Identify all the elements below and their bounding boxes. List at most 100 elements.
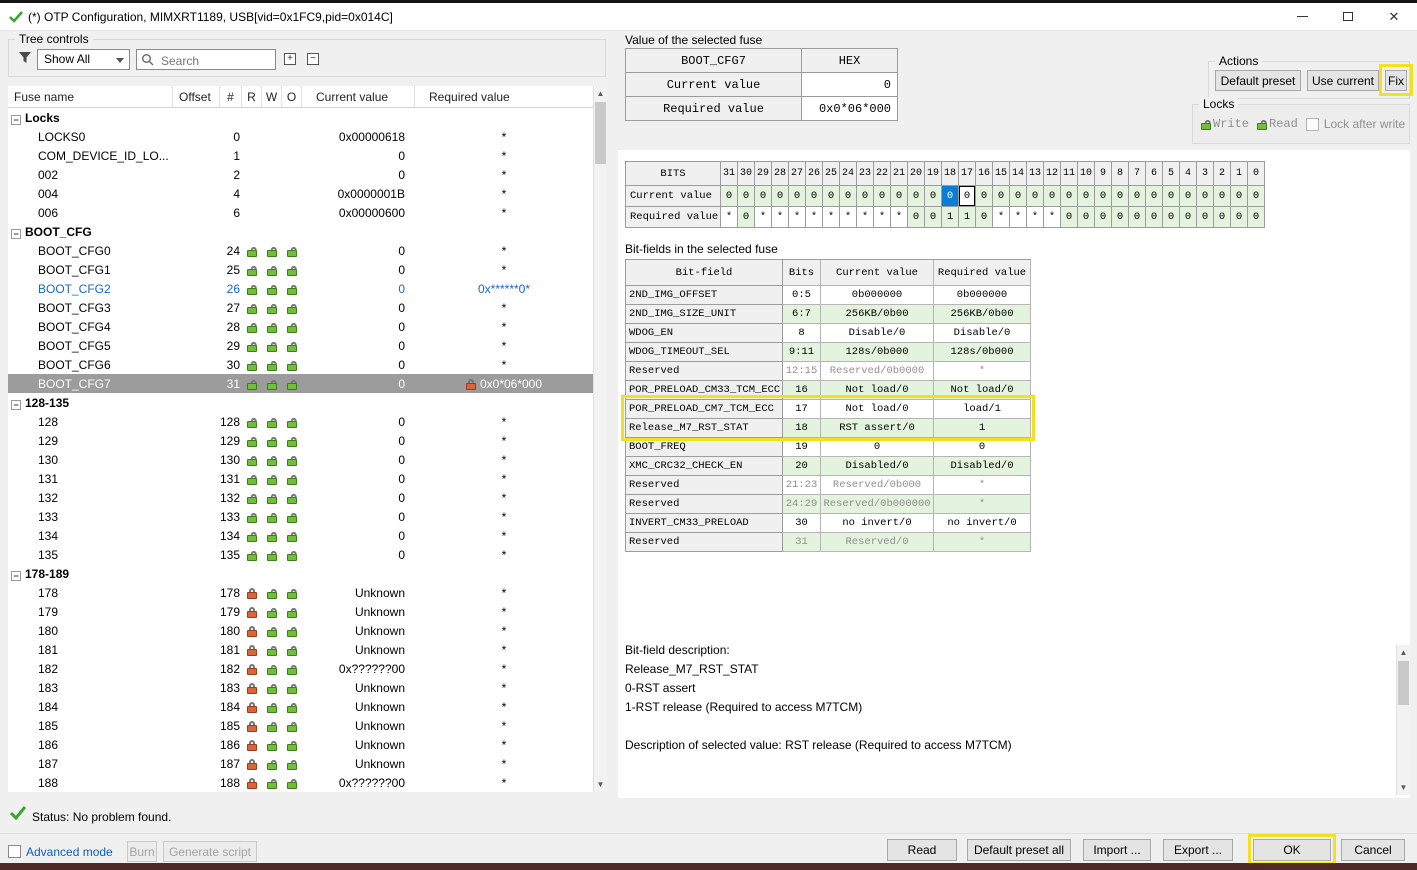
unlocked-padlock-icon[interactable] (287, 265, 297, 276)
current-bit-cell[interactable]: 0 (1044, 186, 1061, 207)
tree-row[interactable]: 185185Unknown* (8, 716, 593, 735)
bitfield-required-value[interactable]: 0 (934, 438, 1031, 457)
bitfield-required-value[interactable]: Not load/0 (934, 381, 1031, 400)
locked-padlock-icon[interactable] (247, 778, 257, 789)
read-button[interactable]: Read (887, 839, 957, 861)
collapse-expander-icon[interactable]: − (11, 400, 21, 410)
bitfield-row[interactable]: Reserved21:23Reserved/0b000* (626, 476, 1031, 495)
expand-all-button[interactable]: + (282, 51, 298, 67)
current-bit-cell[interactable]: 0 (925, 186, 942, 207)
unlocked-padlock-icon[interactable] (287, 493, 297, 504)
tree-row[interactable]: BOOT_CFG73100x0*06*000 (8, 374, 593, 393)
current-bit-cell[interactable]: 0 (993, 186, 1010, 207)
required-bit-cell[interactable]: 0 (1078, 207, 1095, 228)
unlocked-padlock-icon[interactable] (287, 284, 297, 295)
minimize-button[interactable] (1279, 3, 1325, 30)
required-bit-cell[interactable]: * (840, 207, 857, 228)
unlocked-padlock-icon[interactable] (287, 246, 297, 257)
tree-row[interactable]: 184184Unknown* (8, 697, 593, 716)
unlocked-padlock-icon[interactable] (247, 493, 257, 504)
advanced-mode-label[interactable]: Advanced mode (26, 845, 113, 859)
column-header-offset[interactable]: Offset (173, 86, 220, 107)
unlocked-padlock-icon[interactable] (267, 265, 277, 276)
unlocked-padlock-icon[interactable] (247, 265, 257, 276)
current-bit-cell[interactable]: 0 (1078, 186, 1095, 207)
current-bit-cell[interactable]: 0 (1180, 186, 1197, 207)
unlocked-padlock-icon[interactable] (247, 417, 257, 428)
unlocked-padlock-icon[interactable] (267, 664, 277, 675)
column-header-fuse-name[interactable]: Fuse name (8, 86, 173, 107)
unlocked-padlock-icon[interactable] (267, 531, 277, 542)
tree-row[interactable]: 187187Unknown* (8, 754, 593, 773)
tree-row[interactable]: BOOT_CFG4280* (8, 317, 593, 336)
unlocked-padlock-icon[interactable] (247, 322, 257, 333)
required-value-cell[interactable]: * (415, 168, 593, 182)
tree-row[interactable]: 179179Unknown* (8, 602, 593, 621)
bitfield-required-value[interactable]: * (934, 495, 1031, 514)
current-bit-cell[interactable]: 0 (1061, 186, 1078, 207)
locked-padlock-icon[interactable] (247, 607, 257, 618)
required-value-cell[interactable]: * (415, 529, 593, 543)
tree-row[interactable]: BOOT_CFG5290* (8, 336, 593, 355)
required-bit-cell[interactable]: * (772, 207, 789, 228)
unlocked-padlock-icon[interactable] (267, 474, 277, 485)
required-bit-cell[interactable]: 1 (942, 207, 959, 228)
scroll-up-icon[interactable]: ▲ (594, 86, 607, 101)
required-bit-cell[interactable]: 0 (1061, 207, 1078, 228)
bitfield-row[interactable]: WDOG_TIMEOUT_SEL9:11128s/0b000128s/0b000 (626, 343, 1031, 362)
required-bit-cell[interactable]: * (1010, 207, 1027, 228)
bitfield-row[interactable]: POR_PRELOAD_CM7_TCM_ECC17Not load/0load/… (626, 400, 1031, 419)
required-bit-cell[interactable]: * (755, 207, 772, 228)
tree-row[interactable]: 1321320* (8, 488, 593, 507)
required-bit-cell[interactable]: 0 (1095, 207, 1112, 228)
tree-row[interactable]: BOOT_CFG22600x******0* (8, 279, 593, 298)
unlocked-padlock-icon[interactable] (287, 607, 297, 618)
required-value-cell[interactable]: * (415, 301, 593, 315)
read-unlocked-icon[interactable] (1257, 119, 1267, 130)
unlocked-padlock-icon[interactable] (267, 759, 277, 770)
current-bit-cell[interactable]: 0 (806, 186, 823, 207)
required-value-cell[interactable]: * (415, 206, 593, 220)
unlocked-padlock-icon[interactable] (287, 645, 297, 656)
bitfield-required-value[interactable]: Disable/0 (934, 324, 1031, 343)
unlocked-padlock-icon[interactable] (247, 246, 257, 257)
required-bit-cell[interactable]: * (993, 207, 1010, 228)
search-input[interactable] (159, 51, 275, 70)
required-value-cell[interactable]: * (415, 263, 593, 277)
scroll-down-icon[interactable]: ▼ (594, 777, 607, 792)
current-bit-cell[interactable]: 0 (772, 186, 789, 207)
advanced-mode-checkbox[interactable] (8, 845, 21, 858)
current-bit-cell[interactable]: 0 (755, 186, 772, 207)
tree-table-header[interactable]: Fuse name Offset # R W O Current value R… (8, 86, 593, 108)
required-value-cell[interactable]: * (415, 472, 593, 486)
tree-row[interactable]: 186186Unknown* (8, 735, 593, 754)
tree-row[interactable]: 180180Unknown* (8, 621, 593, 640)
bitfield-row[interactable]: Reserved31Reserved/0* (626, 533, 1031, 552)
unlocked-padlock-icon[interactable] (287, 721, 297, 732)
tree-row[interactable]: 1301300* (8, 450, 593, 469)
locked-padlock-icon[interactable] (247, 645, 257, 656)
unlocked-padlock-icon[interactable] (267, 341, 277, 352)
export-button[interactable]: Export ... (1163, 839, 1233, 861)
default-preset-button[interactable]: Default preset (1215, 70, 1301, 91)
bitfield-row[interactable]: WDOG_EN8Disable/0Disable/0 (626, 324, 1031, 343)
bitfield-required-value[interactable]: * (934, 362, 1031, 381)
tree-row[interactable]: BOOT_CFG6300* (8, 355, 593, 374)
current-bit-cell[interactable]: 0 (1197, 186, 1214, 207)
unlocked-padlock-icon[interactable] (287, 474, 297, 485)
collapse-expander-icon[interactable]: − (11, 229, 21, 239)
required-bit-cell[interactable]: 0 (1129, 207, 1146, 228)
current-bit-cell[interactable]: 0 (891, 186, 908, 207)
current-bit-cell[interactable]: 0 (1027, 186, 1044, 207)
current-bit-cell[interactable]: 0 (721, 186, 738, 207)
tree-group-row[interactable]: −178-189 (8, 564, 593, 583)
unlocked-padlock-icon[interactable] (287, 740, 297, 751)
required-bit-cell[interactable]: 0 (976, 207, 993, 228)
required-value-cell[interactable]: * (415, 187, 593, 201)
unlocked-padlock-icon[interactable] (287, 322, 297, 333)
bitfield-required-value[interactable]: * (934, 533, 1031, 552)
required-value-cell[interactable]: * (415, 662, 593, 676)
bitfield-row[interactable]: BOOT_FREQ1900 (626, 438, 1031, 457)
close-button[interactable]: ✕ (1371, 3, 1417, 30)
current-bit-cell[interactable]: 0 (1214, 186, 1231, 207)
